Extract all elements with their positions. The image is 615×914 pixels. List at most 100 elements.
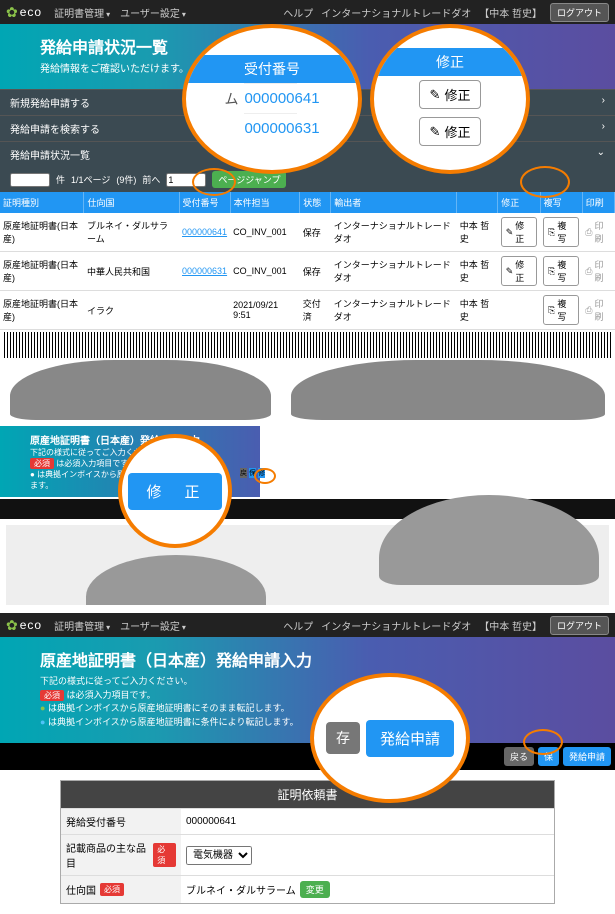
col-type: 証明種別 — [0, 192, 84, 213]
col-dest: 仕向国 — [84, 192, 179, 213]
cell-exporter: インターナショナルトレードダオ — [331, 213, 457, 252]
zoom-callout-edit: 修正 ✎修正 ✎修正 — [370, 24, 530, 174]
submit-button[interactable]: 発給申請 — [563, 747, 611, 766]
logo-icon: ✿ — [6, 617, 18, 634]
top-navbar: ✿ eco 証明書管理 ユーザー設定 ヘルプ インターナショナルトレードダオ 【… — [0, 613, 615, 637]
col-state: 状態 — [300, 192, 331, 213]
top-navbar: ✿ eco 証明書管理 ユーザー設定 ヘルプ インターナショナルトレードダオ 【… — [0, 0, 615, 24]
required-badge: 必須 — [30, 458, 54, 469]
chart-placeholder — [86, 555, 266, 605]
copy-button[interactable]: ⎘複写 — [543, 256, 579, 286]
pencil-icon: ✎ — [506, 227, 514, 238]
label-main-item: 記載商品の主な品目 — [66, 840, 149, 870]
zoom-side-label: ム — [224, 83, 244, 143]
copy-icon: ⎘ — [548, 266, 555, 277]
receipt-number-link[interactable]: 000000641 — [182, 227, 227, 237]
per-page-input[interactable] — [10, 173, 50, 187]
company-name: インターナショナルトレードダオ — [321, 5, 471, 20]
highlight-circle — [520, 166, 570, 198]
col-receipt-no: 受付番号 — [179, 192, 230, 213]
chart-placeholder — [291, 360, 605, 420]
cell-type: 原産地証明書(日本産) — [0, 213, 84, 252]
zoom-callout-receipt-number: 受付番号 ム 000000641 000000631 — [182, 24, 362, 174]
highlight-circle — [523, 729, 563, 755]
logout-button[interactable]: ログアウト — [550, 3, 609, 22]
menu-cert-manage[interactable]: 証明書管理 — [54, 5, 110, 20]
action-bar: 戻る 保 発給申請 — [0, 743, 615, 770]
logo-icon: ✿ — [6, 4, 18, 21]
logout-button[interactable]: ログアウト — [550, 616, 609, 635]
edit-button[interactable]: ✎修正 — [501, 217, 537, 247]
count-info: (9件) — [116, 173, 136, 186]
cell-exporter: インターナショナルトレードダオ — [331, 252, 457, 291]
page-banner: 原産地証明書（日本産）発給申請入力 下記の様式に従ってご入力ください。 必須 は… — [0, 637, 615, 743]
cell-state: 交付済 — [300, 291, 331, 330]
print-icon: ⎙ — [585, 305, 592, 316]
menu-cert-manage[interactable]: 証明書管理 — [54, 618, 110, 633]
cell-type: 原産地証明書(日本産) — [0, 291, 84, 330]
print-button: ⎙印刷 — [585, 258, 611, 284]
table-row: 原産地証明書(日本産) 中華人民共和国 000000631 CO_INV_001… — [0, 252, 615, 291]
zoom-save-button[interactable]: 存 — [326, 722, 360, 754]
help-link[interactable]: ヘルプ — [283, 5, 313, 20]
cell-inv: 2021/09/21 9:51 — [230, 291, 300, 330]
col-print: 印刷 — [582, 192, 614, 213]
logo: ✿ eco — [6, 4, 42, 21]
cell-person: 中本 哲史 — [457, 291, 498, 330]
note-line: は必須入力項目です。 — [67, 690, 156, 700]
zoom-callout-edit-blue: 修 正 — [118, 434, 232, 548]
required-badge: 必須 — [153, 843, 176, 867]
user-name: 【中本 哲史】 — [479, 5, 542, 20]
note-line: 下記の様式に従ってご入力ください。 — [40, 675, 575, 689]
table-row: 原産地証明書(日本産) ブルネイ・ダルサラーム 000000641 CO_INV… — [0, 213, 615, 252]
prev-link[interactable]: 前へ — [142, 173, 160, 186]
certificate-request-form: 証明依頼書 発給受付番号 000000641 記載商品の主な品目必須 電気機器 … — [60, 780, 555, 904]
required-badge: 必須 — [100, 883, 124, 896]
pencil-icon: ✎ — [430, 124, 441, 140]
zoom-header: 受付番号 — [186, 55, 358, 83]
user-name: 【中本 哲史】 — [479, 618, 542, 633]
pencil-icon: ✎ — [430, 87, 441, 103]
note-line: は典拠インボイスから原産地証明書に条件により転記します。 — [48, 717, 299, 727]
print-button: ⎙印刷 — [585, 297, 611, 323]
zoom-edit-button[interactable]: ✎修正 — [419, 80, 482, 109]
form-preview-area — [6, 525, 609, 605]
value-destination: ブルネイ・ダルサラーム — [186, 882, 296, 897]
zoom-header: 修正 — [374, 48, 526, 76]
applications-table: 証明種別 仕向国 受付番号 本件担当 状態 輸出者 修正 複写 印刷 原産地証明… — [0, 192, 615, 330]
main-item-select[interactable]: 電気機器 — [186, 846, 252, 865]
chart-placeholder — [10, 360, 271, 420]
logo: ✿ eco — [6, 617, 42, 634]
print-icon: ⎙ — [585, 227, 592, 238]
logo-text: eco — [20, 618, 42, 632]
receipt-number-link[interactable]: 000000631 — [182, 266, 227, 276]
copy-icon: ⎘ — [548, 305, 555, 316]
edit-button[interactable]: ✎修正 — [501, 256, 537, 286]
menu-user-settings[interactable]: ユーザー設定 — [120, 5, 186, 20]
per-page-label: 件 — [56, 173, 65, 186]
zoom-edit-blue-button[interactable]: 修 正 — [128, 473, 221, 510]
zoom-submit-button[interactable]: 発給申請 — [366, 720, 454, 757]
cell-person: 中本 哲史 — [457, 213, 498, 252]
cell-exporter: インターナショナルトレードダオ — [331, 291, 457, 330]
form-title: 証明依頼書 — [61, 781, 554, 808]
blue-dot-icon: ● — [40, 717, 45, 727]
change-button[interactable]: 変更 — [300, 881, 330, 898]
help-link[interactable]: ヘルプ — [283, 618, 313, 633]
copy-button[interactable]: ⎘複写 — [543, 217, 579, 247]
cell-state: 保存 — [300, 213, 331, 252]
menu-user-settings[interactable]: ユーザー設定 — [120, 618, 186, 633]
pencil-icon: ✎ — [506, 266, 514, 277]
zoom-edit-button[interactable]: ✎修正 — [419, 117, 482, 146]
copy-button[interactable]: ⎘複写 — [543, 295, 579, 325]
cell-dest: ブルネイ・ダルサラーム — [84, 213, 179, 252]
company-name: インターナショナルトレードダオ — [321, 618, 471, 633]
note-line: は典拠インボイスから原産地証明書にそのまま転記します。 — [48, 703, 290, 713]
cell-edit — [498, 291, 540, 330]
copy-icon: ⎘ — [548, 227, 555, 238]
mini-back-button[interactable]: 戻 — [240, 468, 247, 478]
green-dot-icon: ● — [40, 703, 45, 713]
cell-type: 原産地証明書(日本産) — [0, 252, 84, 291]
value-receipt-no: 000000641 — [181, 809, 554, 834]
cell-state: 保存 — [300, 252, 331, 291]
